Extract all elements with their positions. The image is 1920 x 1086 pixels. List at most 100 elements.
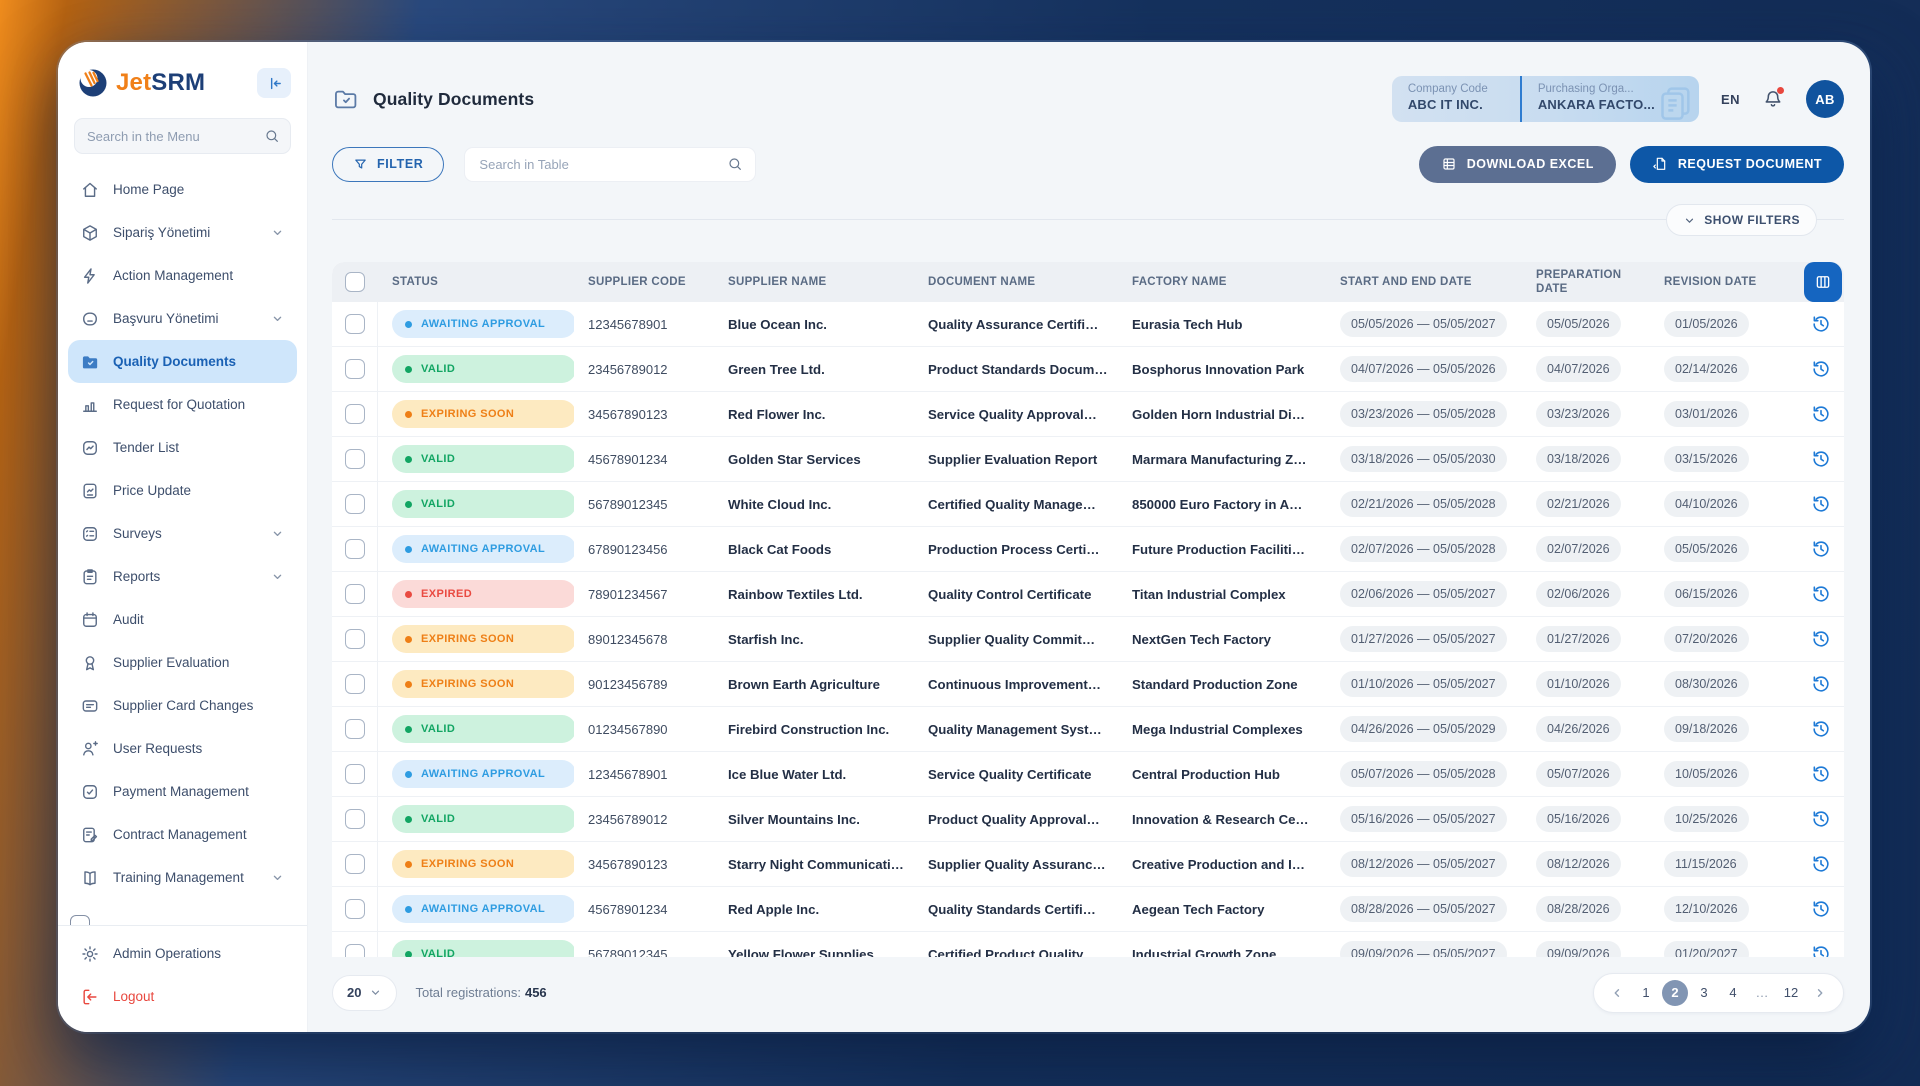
page-number-12[interactable]: 12 xyxy=(1778,980,1804,1006)
revision-history-button[interactable] xyxy=(1808,401,1834,427)
revision-history-button[interactable] xyxy=(1808,311,1834,337)
chevron-down-icon xyxy=(270,569,285,584)
sidebar-item-payment-management[interactable]: Payment Management xyxy=(68,770,297,813)
column-header-supplier-code[interactable]: SUPPLIER CODE xyxy=(574,275,714,289)
filters-divider: SHOW FILTERS xyxy=(332,204,1844,236)
document-name-cell: Quality Control Certificate xyxy=(928,586,1092,602)
revision-history-button[interactable] xyxy=(1808,581,1834,607)
document-name-cell: Quality Assurance Certifi… xyxy=(928,316,1099,332)
column-header-supplier-name[interactable]: SUPPLIER NAME xyxy=(714,275,914,289)
avatar[interactable]: AB xyxy=(1806,80,1844,118)
revision-history-button[interactable] xyxy=(1808,806,1834,832)
sidebar-item-quality-documents[interactable]: Quality Documents xyxy=(68,340,297,383)
page-size-select[interactable]: 20 xyxy=(332,974,398,1011)
revision-history-button[interactable] xyxy=(1808,626,1834,652)
revision-history-button[interactable] xyxy=(1808,446,1834,472)
row-checkbox[interactable] xyxy=(344,809,365,829)
row-checkbox[interactable] xyxy=(344,764,365,784)
row-checkbox[interactable] xyxy=(344,944,365,957)
page-number-4[interactable]: 4 xyxy=(1720,980,1746,1006)
sidebar-item-surveys[interactable]: Surveys xyxy=(68,512,297,555)
archive-icon xyxy=(80,309,100,329)
column-header-revision-date[interactable]: REVISION DATE xyxy=(1650,275,1798,289)
supplier-name-cell: Silver Mountains Inc. xyxy=(728,811,860,827)
company-code-section[interactable]: Company Code ABC IT INC. xyxy=(1392,76,1520,122)
revision-history-button[interactable] xyxy=(1808,896,1834,922)
history-icon xyxy=(1813,541,1829,557)
notifications-bell-icon[interactable] xyxy=(1762,87,1784,110)
row-checkbox[interactable] xyxy=(344,629,365,649)
filter-button[interactable]: FILTER xyxy=(332,146,445,182)
row-checkbox[interactable] xyxy=(344,899,365,919)
status-dot xyxy=(405,410,412,418)
row-checkbox[interactable] xyxy=(344,449,365,469)
request-document-button[interactable]: REQUEST DOCUMENT xyxy=(1629,145,1844,183)
revision-history-button[interactable] xyxy=(1808,761,1834,787)
revision-history-button[interactable] xyxy=(1808,716,1834,742)
row-checkbox[interactable] xyxy=(344,854,365,874)
row-checkbox[interactable] xyxy=(344,719,365,739)
revision-history-button[interactable] xyxy=(1808,491,1834,517)
show-filters-button[interactable]: SHOW FILTERS xyxy=(1666,204,1817,236)
sidebar-item-request-for-quotation[interactable]: Request for Quotation xyxy=(68,383,297,426)
select-all-checkbox[interactable] xyxy=(345,272,365,292)
chevron-down-icon xyxy=(1686,218,1694,223)
column-header-document-name[interactable]: DOCUMENT NAME xyxy=(914,275,1118,289)
supplier-name-cell: Red Flower Inc. xyxy=(728,406,826,422)
preparation-date-cell: 08/28/2026 xyxy=(1536,896,1621,922)
revision-history-button[interactable] xyxy=(1808,536,1834,562)
menu-search-input[interactable] xyxy=(87,128,264,144)
row-checkbox[interactable] xyxy=(344,404,365,424)
row-checkbox[interactable] xyxy=(344,359,365,379)
row-checkbox[interactable] xyxy=(344,494,365,514)
column-header-factory-name[interactable]: FACTORY NAME xyxy=(1118,275,1326,289)
sidebar-item-user-requests[interactable]: User Requests xyxy=(68,727,297,770)
column-header-preparation-date[interactable]: PREPARATION DATE xyxy=(1522,268,1650,297)
sidebar-item-logout[interactable]: Logout xyxy=(68,975,297,1018)
pagination-ellipsis: … xyxy=(1755,985,1769,1000)
sidebar-item-action-management[interactable]: Action Management xyxy=(68,254,297,297)
page-number-3[interactable]: 3 xyxy=(1691,980,1717,1006)
revision-history-button[interactable] xyxy=(1808,941,1834,957)
revision-history-button[interactable] xyxy=(1808,851,1834,877)
sidebar-item-admin-operations[interactable]: Admin Operations xyxy=(68,932,297,975)
revision-date-cell: 03/15/2026 xyxy=(1664,446,1749,472)
menu-search xyxy=(74,118,291,154)
row-checkbox[interactable] xyxy=(344,314,365,334)
previous-page-button[interactable] xyxy=(1604,980,1630,1006)
table-search-input[interactable] xyxy=(479,156,728,172)
jetsrm-logo: JetSRM xyxy=(76,66,205,100)
sidebar-item-audit[interactable]: Audit xyxy=(68,598,297,641)
chevron-down-icon xyxy=(372,990,380,995)
column-header-start-end-date[interactable]: START AND END DATE xyxy=(1326,275,1522,289)
sidebar-collapse-button[interactable] xyxy=(257,68,291,98)
zap-icon xyxy=(80,266,100,286)
sidebar-item-price-update[interactable]: Price Update xyxy=(68,469,297,512)
language-selector[interactable]: EN xyxy=(1721,92,1740,107)
factory-name-cell: Marmara Manufacturing Z… xyxy=(1132,451,1307,467)
sidebar-item-home-page[interactable]: Home Page xyxy=(68,168,297,211)
supplier-name-cell: Yellow Flower Supplies xyxy=(728,946,874,958)
sidebar-item-contract-management[interactable]: Contract Management xyxy=(68,813,297,856)
factory-name-cell: Industrial Growth Zone xyxy=(1132,946,1277,958)
sidebar-item-tender-list[interactable]: Tender List xyxy=(68,426,297,469)
column-settings-button[interactable] xyxy=(1804,262,1842,302)
sidebar-item-ba-vuru-y-netimi[interactable]: Başvuru Yönetimi xyxy=(68,297,297,340)
column-header-status[interactable]: STATUS xyxy=(378,275,574,289)
company-org-selector[interactable]: Company Code ABC IT INC. Purchasing Orga… xyxy=(1391,76,1699,122)
row-checkbox[interactable] xyxy=(344,539,365,559)
row-checkbox[interactable] xyxy=(344,674,365,694)
sidebar-item-supplier-card-changes[interactable]: Supplier Card Changes xyxy=(68,684,297,727)
revision-history-button[interactable] xyxy=(1808,356,1834,382)
history-icon xyxy=(1813,406,1829,422)
page-number-2[interactable]: 2 xyxy=(1662,979,1688,1006)
sidebar-item-supplier-evaluation[interactable]: Supplier Evaluation xyxy=(68,641,297,684)
next-page-button[interactable] xyxy=(1807,980,1833,1006)
page-number-1[interactable]: 1 xyxy=(1633,980,1659,1006)
sidebar-item-training-management[interactable]: Training Management xyxy=(68,856,297,899)
sidebar-item-sipari-y-netimi[interactable]: Sipariş Yönetimi xyxy=(68,211,297,254)
row-checkbox[interactable] xyxy=(344,584,365,604)
sidebar-item-reports[interactable]: Reports xyxy=(68,555,297,598)
revision-history-button[interactable] xyxy=(1808,671,1834,697)
download-excel-button[interactable]: DOWNLOAD EXCEL xyxy=(1418,145,1616,183)
